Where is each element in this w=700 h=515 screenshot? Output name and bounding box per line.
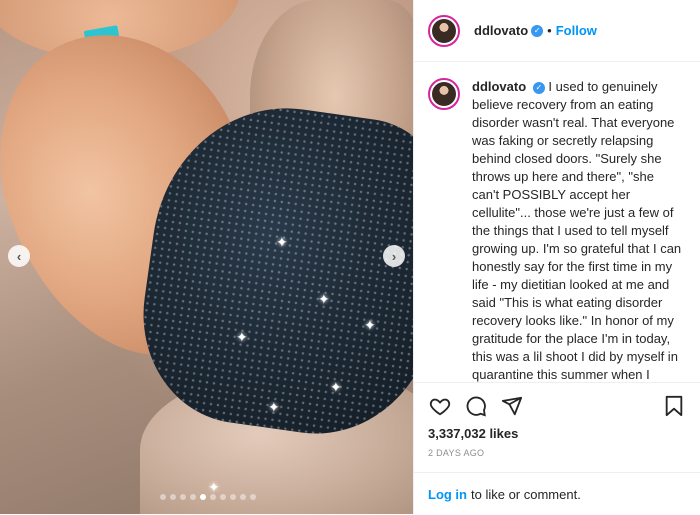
post-header: ddlovato ✓ • Follow [414, 0, 700, 62]
carousel-dot [240, 494, 246, 500]
sparkle-icon: ✦ [268, 399, 280, 415]
chevron-left-icon: ‹ [16, 248, 22, 264]
avatar[interactable] [428, 78, 460, 110]
login-link[interactable]: Log in [428, 487, 467, 502]
sparkle-icon: ✦ [208, 479, 220, 495]
carousel-dot [230, 494, 236, 500]
carousel-dot [200, 494, 206, 500]
carousel-dot [180, 494, 186, 500]
separator: • [547, 23, 552, 38]
sparkle-icon: ✦ [364, 317, 376, 333]
username-link[interactable]: ddlovato [474, 23, 528, 38]
sparkle-icon: ✦ [330, 379, 342, 395]
bookmark-icon[interactable] [662, 394, 686, 418]
avatar[interactable] [428, 14, 460, 47]
caption-scroll-area[interactable]: ddlovato ✓ I used to genuinely believe r… [414, 62, 700, 383]
verified-badge-icon: ✓ [532, 81, 545, 94]
carousel-dot [250, 494, 256, 500]
caption-body: I used to genuinely believe recovery fro… [472, 79, 682, 382]
sparkle-icon: ✦ [236, 329, 248, 345]
carousel-dot [210, 494, 216, 500]
chevron-right-icon: › [391, 248, 397, 264]
post-timestamp[interactable]: 2 DAYS AGO [428, 448, 484, 458]
sparkle-icon: ✦ [276, 234, 288, 250]
caption-text: ddlovato ✓ I used to genuinely believe r… [472, 78, 682, 382]
carousel-dot [160, 494, 166, 500]
carousel-prev-button[interactable]: ‹ [8, 245, 30, 267]
verified-badge-icon: ✓ [531, 24, 544, 37]
comment-icon[interactable] [464, 394, 488, 418]
caption-username[interactable]: ddlovato [472, 79, 526, 94]
share-icon[interactable] [500, 394, 524, 418]
login-prompt-text: to like or comment. [471, 486, 581, 502]
login-prompt: Log in to like or comment. [414, 472, 700, 515]
action-bar [428, 392, 686, 420]
post-image[interactable]: ✦ ✦ ✦ ✦ ✦ ✦ ✦ ‹ › [0, 0, 413, 514]
follow-button[interactable]: Follow [556, 23, 597, 38]
carousel-dot [190, 494, 196, 500]
post-sidebar: ddlovato ✓ • Follow ddlovato ✓ I used to… [413, 0, 700, 514]
like-count[interactable]: 3,337,032 likes [428, 426, 518, 441]
carousel-dot [220, 494, 226, 500]
heart-icon[interactable] [428, 394, 452, 418]
carousel-next-button[interactable]: › [383, 245, 405, 267]
carousel-dot [170, 494, 176, 500]
carousel-indicator [160, 494, 256, 500]
sparkle-icon: ✦ [318, 291, 330, 307]
instagram-post: ✦ ✦ ✦ ✦ ✦ ✦ ✦ ‹ › ddlovato ✓ • Follow dd… [0, 0, 700, 514]
caption: ddlovato ✓ I used to genuinely believe r… [414, 62, 700, 382]
